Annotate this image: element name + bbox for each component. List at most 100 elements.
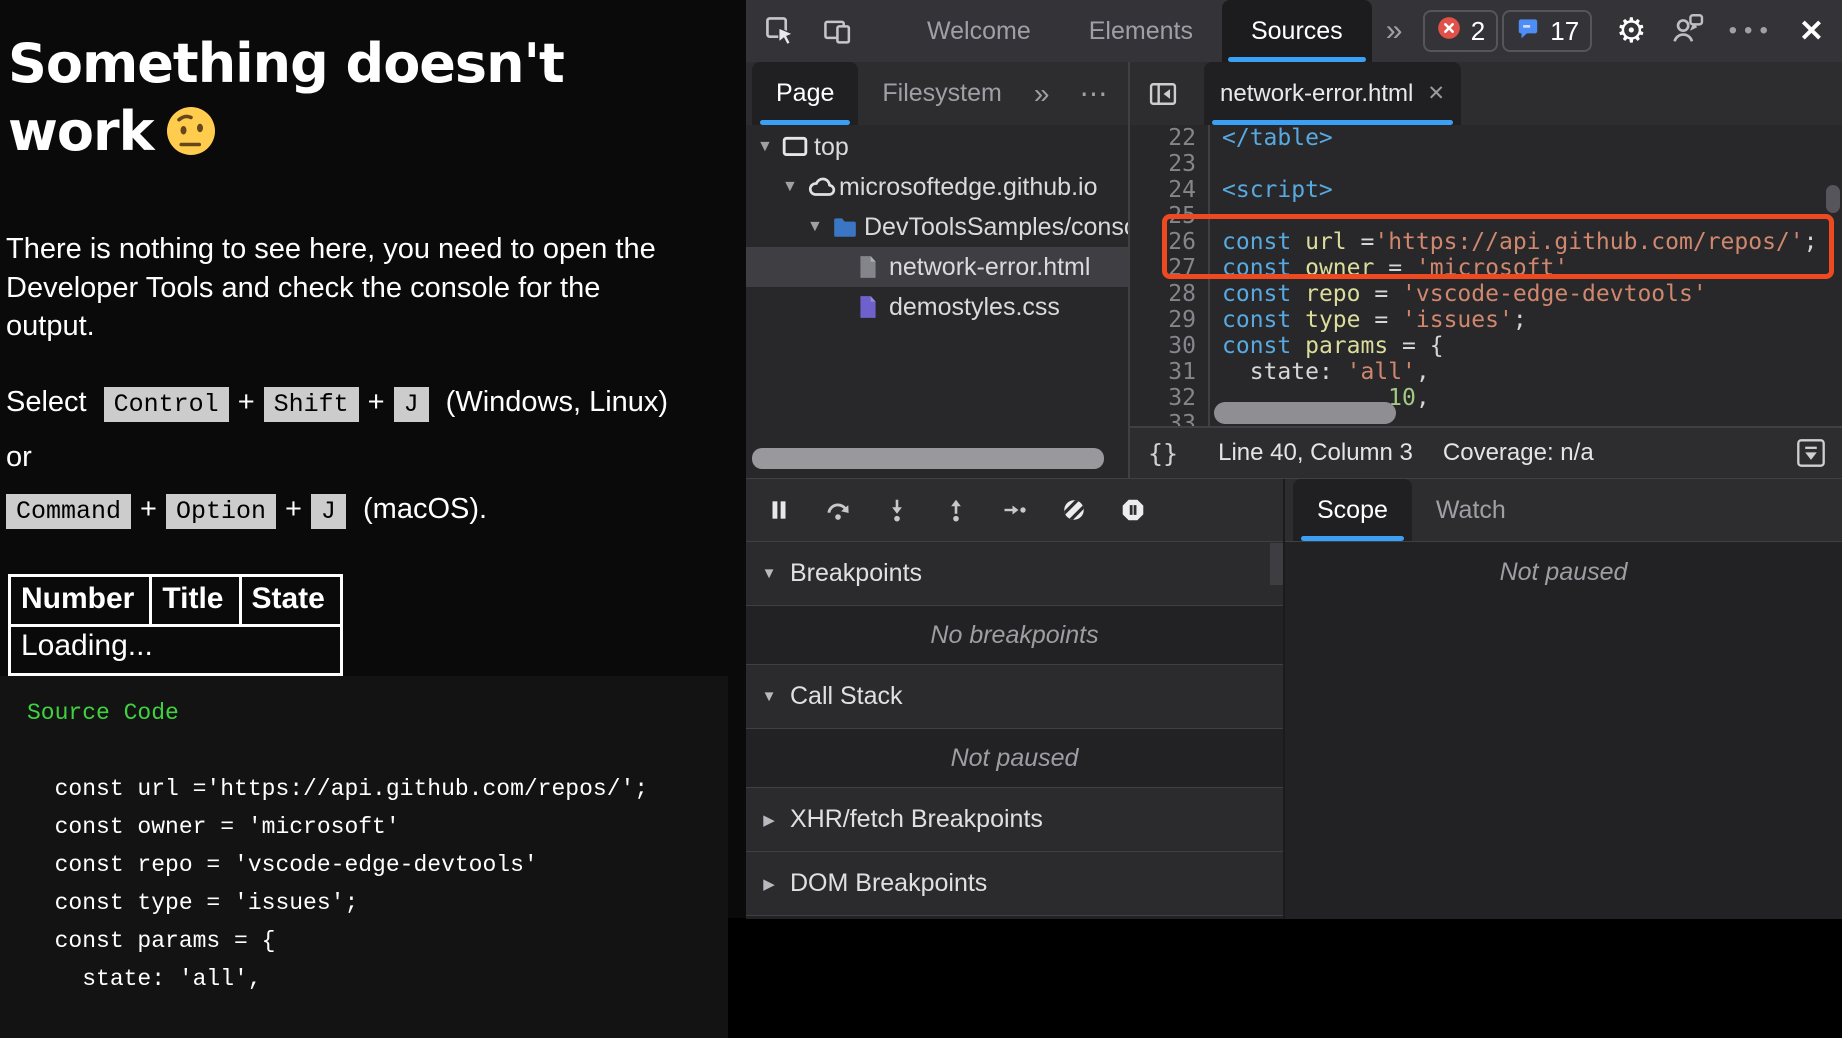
shortcut-paragraph: Select Control+Shift+J (Windows, Linux) … — [6, 376, 696, 538]
error-icon — [1436, 15, 1462, 48]
line-content: const repo = 'vscode-edge-devtools' — [1208, 281, 1842, 307]
debugger-sidebar: ▼BreakpointsNo breakpoints▼Call StackNot… — [746, 479, 1285, 919]
tree-item-top[interactable]: ▼ top — [746, 127, 1128, 167]
toolbar-right-group: 2 17 ⚙ ••• ✕ — [1423, 10, 1842, 52]
code-line-22: 22</table> — [1130, 125, 1842, 151]
sources-body: Page Filesystem » ⋯ ▼ top ▼microsoftedge.g… — [746, 62, 1842, 478]
expand-panel-icon[interactable] — [1796, 438, 1826, 468]
file-tab-label: network-error.html — [1220, 80, 1413, 108]
column-header-state: State — [240, 575, 341, 625]
more-options-icon[interactable]: ••• — [1729, 17, 1775, 45]
section-header-call-stack[interactable]: ▼ Call Stack — [746, 665, 1283, 729]
file-tab-network-error[interactable]: network-error.html ✕ — [1204, 62, 1461, 125]
debugger-vertical-scrollbar[interactable] — [1270, 543, 1283, 585]
tab-filesystem[interactable]: Filesystem — [858, 62, 1025, 125]
pause-icon[interactable] — [766, 497, 792, 523]
step-out-icon[interactable] — [943, 497, 969, 523]
step-icon[interactable] — [1002, 497, 1028, 523]
code-line-24: 24<script> — [1130, 177, 1842, 203]
line-number[interactable]: 24 — [1130, 177, 1208, 203]
line-number[interactable]: 28 — [1130, 281, 1208, 307]
tree-item-network-error.html[interactable]: network-error.html — [746, 247, 1128, 287]
expander-icon[interactable]: ▼ — [807, 218, 832, 236]
tree-item-demostyles.css[interactable]: demostyles.css — [746, 287, 1128, 327]
section-label: Call Stack — [790, 682, 903, 711]
feedback-icon[interactable] — [1671, 12, 1705, 51]
triangle-right-icon[interactable]: ▶ — [758, 875, 780, 893]
source-code-title: Source Code — [27, 700, 179, 726]
line-number[interactable]: 23 — [1130, 151, 1208, 177]
plus-sign: + — [285, 493, 302, 525]
line-content: state: 'all', — [1208, 359, 1842, 385]
coverage-status: Coverage: n/a — [1443, 439, 1594, 467]
debugger-area: ▼BreakpointsNo breakpoints▼Call StackNot… — [746, 478, 1842, 919]
key-control: Control — [104, 387, 229, 422]
expander-icon[interactable]: ▼ — [757, 138, 782, 156]
line-number[interactable]: 22 — [1130, 125, 1208, 151]
line-number[interactable]: 33 — [1130, 411, 1208, 426]
tab-scope[interactable]: Scope — [1293, 479, 1412, 541]
device-toolbar-icon[interactable] — [822, 15, 854, 47]
line-number[interactable]: 30 — [1130, 333, 1208, 359]
key-command: Command — [6, 494, 131, 529]
issue-count-badge[interactable]: 17 — [1502, 10, 1592, 52]
devtools-tabs: Welcome Elements Sources — [898, 0, 1372, 62]
editor-pane: network-error.html ✕ 22</table>2324<scri… — [1130, 62, 1842, 478]
plus-sign: + — [140, 493, 157, 525]
step-into-icon[interactable] — [884, 497, 910, 523]
shortcut-line-macos: Command+Option+J (macOS). — [6, 483, 696, 538]
navigator-overflow-chevron-icon[interactable]: » — [1034, 62, 1050, 125]
cloud-icon — [807, 175, 839, 199]
step-over-icon[interactable] — [825, 497, 851, 523]
source-code-block: Source Code const url ='https://api.gith… — [0, 676, 728, 1038]
loading-cell: Loading... — [10, 625, 342, 674]
raised-eyebrow-emoji — [164, 104, 218, 174]
tree-item-label: top — [814, 133, 849, 162]
triangle-down-icon[interactable]: ▼ — [758, 565, 780, 582]
section-header-breakpoints[interactable]: ▼ Breakpoints — [746, 542, 1283, 606]
editor-status-bar: {} Line 40, Column 3 Coverage: n/a — [1130, 426, 1842, 478]
tab-sources[interactable]: Sources — [1222, 0, 1372, 62]
triangle-down-icon[interactable]: ▼ — [758, 688, 780, 705]
tab-page[interactable]: Page — [752, 62, 858, 125]
expander-icon[interactable]: ▼ — [782, 178, 807, 196]
intro-paragraph: There is nothing to see here, you need t… — [6, 230, 686, 346]
pause-on-exceptions-icon[interactable] — [1120, 497, 1146, 523]
editor-vertical-scrollbar[interactable] — [1826, 185, 1840, 213]
close-icon[interactable]: ✕ — [1799, 14, 1824, 49]
status-badges: 2 17 — [1423, 10, 1592, 52]
pretty-print-icon[interactable]: {} — [1148, 439, 1178, 468]
tree-item-microsoftedge.github.io[interactable]: ▼microsoftedge.github.io — [746, 167, 1128, 207]
code-editor[interactable]: 22</table>2324<script>2526const url ='ht… — [1130, 125, 1842, 426]
navigator-more-icon[interactable]: ⋯ — [1079, 62, 1107, 125]
tab-welcome[interactable]: Welcome — [898, 0, 1060, 62]
shortcut-select-text: Select — [6, 386, 87, 418]
issues-icon — [1515, 15, 1541, 48]
source-code-lines: const url ='https://api.github.com/repos… — [27, 776, 648, 992]
error-count-badge[interactable]: 2 — [1423, 10, 1498, 52]
editor-horizontal-scrollbar[interactable] — [1214, 402, 1396, 424]
navigator-horizontal-scrollbar[interactable] — [752, 448, 1104, 469]
tree-item-devtoolssamples-console[interactable]: ▼DevToolsSamples/console — [746, 207, 1128, 247]
section-label: DOM Breakpoints — [790, 869, 987, 898]
line-number[interactable]: 31 — [1130, 359, 1208, 385]
deactivate-breakpoints-icon[interactable] — [1061, 497, 1087, 523]
column-header-number: Number — [10, 575, 151, 625]
tab-elements[interactable]: Elements — [1060, 0, 1222, 62]
section-label: Breakpoints — [790, 559, 922, 588]
line-content: const type = 'issues'; — [1208, 307, 1842, 333]
tab-close-icon[interactable]: ✕ — [1427, 81, 1445, 106]
plus-sign: + — [238, 386, 255, 418]
settings-gear-icon[interactable]: ⚙ — [1616, 11, 1646, 51]
line-number[interactable]: 29 — [1130, 307, 1208, 333]
inspect-icon[interactable] — [764, 15, 796, 47]
section-header-dom-breakpoints[interactable]: ▶ DOM Breakpoints — [746, 852, 1283, 916]
more-tabs-chevron-icon[interactable]: » — [1372, 0, 1417, 62]
section-header-xhr-fetch-breakpoints[interactable]: ▶XHR/fetch Breakpoints — [746, 788, 1283, 852]
tab-watch[interactable]: Watch — [1412, 479, 1530, 541]
triangle-right-icon[interactable]: ▶ — [758, 811, 780, 829]
collapse-sidebar-icon[interactable] — [1148, 81, 1178, 107]
issue-count: 17 — [1550, 16, 1579, 47]
line-number[interactable]: 32 — [1130, 385, 1208, 411]
plus-sign: + — [368, 386, 385, 418]
